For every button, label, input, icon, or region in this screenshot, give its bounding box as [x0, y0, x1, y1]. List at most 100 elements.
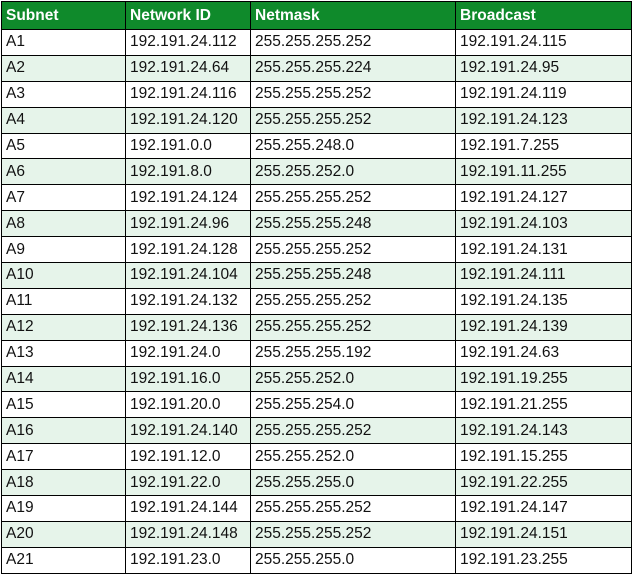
- table-row: A21 192.191.23.0 255.255.255.0 192.191.23.2…: [1, 546, 632, 574]
- table-row: A9 192.191.24.128 255.255.255.252 192.191.2…: [1, 236, 632, 264]
- table-row: A2 192.191.24.64 255.255.255.224 192.191.24…: [1, 54, 632, 82]
- table-row: A16 192.191.24.140 255.255.255.252 192.191.…: [1, 417, 632, 445]
- cell-subnet: A4: [1, 106, 126, 134]
- cell-network-id: 192.191.24.140: [125, 417, 251, 445]
- header-row: Subnet Network ID Netmask Broadcast: [1, 1, 632, 30]
- cell-subnet: A18: [1, 469, 126, 497]
- cell-subnet: A10: [1, 262, 126, 289]
- table-row: A17 192.191.12.0 255.255.252.0 192.191.15.2…: [1, 443, 632, 471]
- table-row: A3 192.191.24.116 255.255.255.252 192.191.2…: [1, 80, 632, 108]
- cell-netmask: 255.255.255.252: [250, 80, 456, 108]
- cell-netmask: 255.255.252.0: [250, 443, 456, 471]
- cell-netmask: 255.255.255.252: [250, 495, 456, 522]
- table-row: A8 192.191.24.96 255.255.255.248 192.191.24…: [1, 210, 632, 238]
- table-row: A4 192.191.24.120 255.255.255.252 192.191.2…: [1, 106, 632, 134]
- cell-netmask: 255.255.248.0: [250, 132, 456, 160]
- cell-subnet: A16: [1, 417, 126, 445]
- cell-network-id: 192.191.0.0: [125, 132, 251, 160]
- cell-netmask: 255.255.255.0: [250, 546, 456, 574]
- cell-network-id: 192.191.24.116: [125, 80, 251, 108]
- cell-network-id: 192.191.24.120: [125, 106, 251, 134]
- cell-broadcast: 192.191.24.139: [455, 313, 632, 341]
- cell-broadcast: 192.191.24.111: [455, 262, 632, 289]
- cell-broadcast: 192.191.24.131: [455, 236, 632, 264]
- table-row: A5 192.191.0.0 255.255.248.0 192.191.7.255: [1, 132, 632, 160]
- table-header: Subnet Network ID Netmask Broadcast: [1, 1, 632, 30]
- cell-broadcast: 192.191.24.147: [455, 495, 632, 522]
- cell-netmask: 255.255.255.252: [250, 29, 456, 56]
- cell-broadcast: 192.191.24.63: [455, 339, 632, 367]
- cell-netmask: 255.255.254.0: [250, 391, 456, 419]
- cell-broadcast: 192.191.24.95: [455, 54, 632, 82]
- cell-network-id: 192.191.24.64: [125, 54, 251, 82]
- cell-network-id: 192.191.24.0: [125, 339, 251, 367]
- cell-network-id: 192.191.20.0: [125, 391, 251, 419]
- cell-subnet: A1: [1, 29, 126, 56]
- cell-subnet: A5: [1, 132, 126, 160]
- cell-broadcast: 192.191.7.255: [455, 132, 632, 160]
- cell-network-id: 192.191.23.0: [125, 546, 251, 574]
- cell-netmask: 255.255.252.0: [250, 365, 456, 393]
- cell-broadcast: 192.191.19.255: [455, 365, 632, 393]
- cell-netmask: 255.255.255.192: [250, 339, 456, 367]
- cell-netmask: 255.255.252.0: [250, 158, 456, 186]
- cell-subnet: A19: [1, 495, 126, 522]
- cell-broadcast: 192.191.24.123: [455, 106, 632, 134]
- cell-network-id: 192.191.24.124: [125, 184, 251, 212]
- cell-subnet: A12: [1, 313, 126, 341]
- cell-network-id: 192.191.24.148: [125, 520, 251, 548]
- cell-subnet: A17: [1, 443, 126, 471]
- table-row: A20 192.191.24.148 255.255.255.252 192.191.…: [1, 520, 632, 548]
- cell-network-id: 192.191.24.132: [125, 287, 251, 315]
- cell-subnet: A20: [1, 520, 126, 548]
- cell-broadcast: 192.191.11.255: [455, 158, 632, 186]
- cell-subnet: A13: [1, 339, 126, 367]
- cell-broadcast: 192.191.24.135: [455, 287, 632, 315]
- table-body: A1 192.191.24.112 255.255.255.252 192.191.2…: [1, 29, 632, 574]
- cell-subnet: A9: [1, 236, 126, 264]
- cell-subnet: A8: [1, 210, 126, 238]
- cell-network-id: 192.191.12.0: [125, 443, 251, 471]
- cell-broadcast: 192.191.15.255: [455, 443, 632, 471]
- header-netmask: Netmask: [250, 1, 456, 30]
- table-row: A14 192.191.16.0 255.255.252.0 192.191.19.2…: [1, 365, 632, 393]
- cell-broadcast: 192.191.24.115: [455, 29, 632, 56]
- table-row: A10 192.191.24.104 255.255.255.248 192.191.…: [1, 262, 632, 289]
- header-subnet: Subnet: [1, 1, 126, 30]
- table-row: A15 192.191.20.0 255.255.254.0 192.191.21.2…: [1, 391, 632, 419]
- table-row: A11 192.191.24.132 255.255.255.252 192.191.…: [1, 287, 632, 315]
- cell-broadcast: 192.191.22.255: [455, 469, 632, 497]
- cell-netmask: 255.255.255.252: [250, 236, 456, 264]
- cell-network-id: 192.191.22.0: [125, 469, 251, 497]
- cell-netmask: 255.255.255.252: [250, 184, 456, 212]
- cell-subnet: A2: [1, 54, 126, 82]
- cell-broadcast: 192.191.23.255: [455, 546, 632, 574]
- header-network-id: Network ID: [125, 1, 251, 30]
- cell-network-id: 192.191.24.144: [125, 495, 251, 522]
- cell-netmask: 255.255.255.252: [250, 417, 456, 445]
- subnet-table: Subnet Network ID Netmask Broadcast A1 19…: [1, 1, 632, 574]
- cell-netmask: 255.255.255.0: [250, 469, 456, 497]
- table-row: A7 192.191.24.124 255.255.255.252 192.191.2…: [1, 184, 632, 212]
- table-row: A19 192.191.24.144 255.255.255.252 192.191.…: [1, 495, 632, 522]
- cell-subnet: A6: [1, 158, 126, 186]
- cell-netmask: 255.255.255.248: [250, 210, 456, 238]
- cell-subnet: A3: [1, 80, 126, 108]
- cell-subnet: A21: [1, 546, 126, 574]
- cell-subnet: A7: [1, 184, 126, 212]
- cell-network-id: 192.191.8.0: [125, 158, 251, 186]
- cell-network-id: 192.191.24.112: [125, 29, 251, 56]
- table-row: A13 192.191.24.0 255.255.255.192 192.191.24…: [1, 339, 632, 367]
- cell-netmask: 255.255.255.224: [250, 54, 456, 82]
- cell-broadcast: 192.191.24.103: [455, 210, 632, 238]
- table-row: A1 192.191.24.112 255.255.255.252 192.191.2…: [1, 29, 632, 56]
- cell-broadcast: 192.191.24.151: [455, 520, 632, 548]
- cell-network-id: 192.191.24.104: [125, 262, 251, 289]
- cell-netmask: 255.255.255.252: [250, 287, 456, 315]
- cell-broadcast: 192.191.24.119: [455, 80, 632, 108]
- cell-broadcast: 192.191.24.143: [455, 417, 632, 445]
- table-row: A6 192.191.8.0 255.255.252.0 192.191.11.255: [1, 158, 632, 186]
- cell-netmask: 255.255.255.248: [250, 262, 456, 289]
- table-row: A12 192.191.24.136 255.255.255.252 192.191.…: [1, 313, 632, 341]
- cell-broadcast: 192.191.24.127: [455, 184, 632, 212]
